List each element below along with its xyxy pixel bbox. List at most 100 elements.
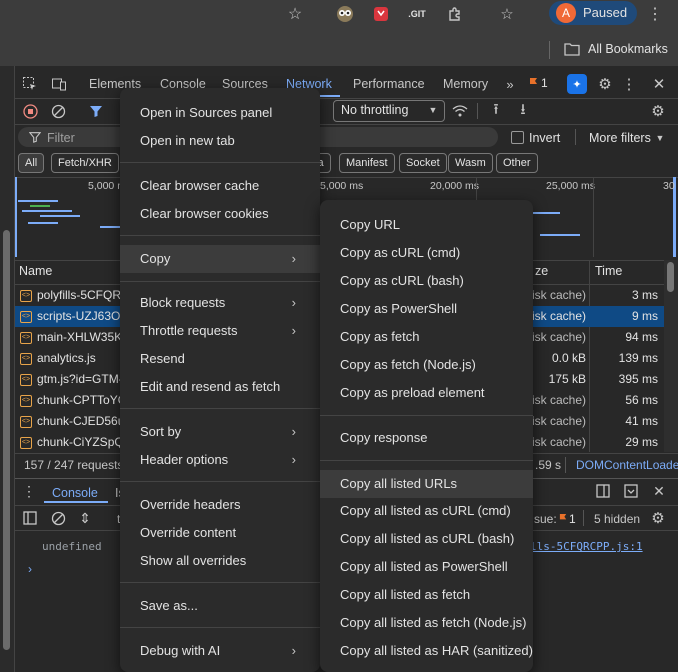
filter-placeholder: Filter [47, 131, 75, 145]
submenu-item-copy-all-urls[interactable]: Copy all listed URLs [320, 470, 533, 498]
menu-item-open-in-sources[interactable]: Open in Sources panel [120, 100, 320, 126]
timeline-bar [540, 234, 580, 236]
drawer-menu-icon[interactable]: ⋮ [22, 481, 36, 501]
submenu-item-copy-as-powershell[interactable]: Copy as PowerShell [320, 296, 533, 322]
extensions-puzzle-icon[interactable] [444, 3, 466, 25]
issues-count[interactable]: 1 [541, 76, 548, 90]
close-devtools-icon[interactable]: ✕ [649, 74, 669, 94]
column-header-size[interactable]: ze [535, 264, 548, 278]
console-issues-flag-icon [558, 511, 568, 525]
submenu-item-copy-url[interactable]: Copy URL [320, 212, 533, 238]
type-chip-all[interactable]: All [18, 153, 45, 173]
avatar: A [556, 3, 576, 23]
menu-item-copy[interactable]: Copy › [120, 245, 320, 273]
submenu-item-copy-response[interactable]: Copy response [320, 425, 533, 451]
star-icon[interactable]: ☆ [284, 3, 306, 25]
menu-item-override-content[interactable]: Override content [120, 520, 320, 546]
console-issues-label[interactable]: sue: [534, 512, 557, 526]
type-chip-socket[interactable]: Socket [399, 153, 447, 173]
tab-search-star-icon[interactable]: ☆ [496, 3, 518, 25]
submenu-item-copy-all-powershell[interactable]: Copy all listed as PowerShell [320, 554, 533, 580]
menu-item-resend[interactable]: Resend [120, 346, 320, 372]
clear-icon[interactable] [48, 101, 68, 121]
submenu-item-copy-as-fetch-nodejs[interactable]: Copy as fetch (Node.js) [320, 352, 533, 378]
menu-item-clear-browser-cookies[interactable]: Clear browser cookies [120, 201, 320, 227]
submenu-item-copy-as-curl-bash[interactable]: Copy as cURL (bash) [320, 268, 533, 294]
column-header-time[interactable]: Time [595, 264, 622, 278]
console-hidden-count[interactable]: 5 hidden [594, 512, 640, 526]
console-clear-icon[interactable] [49, 509, 67, 527]
filter-divider [575, 129, 576, 145]
dock-bottom-icon[interactable] [622, 482, 640, 500]
network-settings-gear-icon[interactable]: ⚙ [648, 101, 668, 121]
shield-extension-icon[interactable] [370, 3, 392, 25]
export-har-icon[interactable]: ⭳ [513, 101, 533, 121]
submenu-item-copy-as-curl-cmd[interactable]: Copy as cURL (cmd) [320, 240, 533, 266]
menu-item-sort-by[interactable]: Sort by › [120, 419, 320, 445]
tab-memory[interactable]: Memory [443, 77, 488, 91]
more-options-icon[interactable]: ⋮ [621, 74, 637, 94]
record-stop-icon[interactable] [20, 101, 40, 121]
inspect-element-icon[interactable] [20, 74, 40, 94]
owl-extension-icon[interactable] [334, 3, 356, 25]
request-time: 9 ms [631, 309, 658, 323]
menu-separator [120, 627, 320, 628]
console-sidebar-icon[interactable] [21, 509, 39, 527]
type-chip-wasm[interactable]: Wasm [448, 153, 493, 173]
git-extension-icon[interactable]: .GIT [404, 5, 430, 23]
column-header-name[interactable]: Name [19, 264, 52, 278]
import-har-icon[interactable]: ⭱ [486, 101, 506, 121]
console-filter-icon[interactable]: ⇕ [76, 509, 94, 527]
request-name: chunk-CPTToYO [37, 393, 128, 407]
more-tabs-icon[interactable]: » [500, 74, 520, 94]
request-name: chunk-CiYZSpQ [37, 435, 124, 449]
table-scrollbar-thumb[interactable] [667, 262, 674, 292]
submenu-item-copy-as-fetch[interactable]: Copy as fetch [320, 324, 533, 350]
menu-item-header-options[interactable]: Header options › [120, 447, 320, 473]
menu-item-block-requests[interactable]: Block requests › [120, 290, 320, 316]
filter-icon [28, 130, 42, 144]
submenu-item-copy-all-fetch[interactable]: Copy all listed as fetch [320, 582, 533, 608]
type-chip-other[interactable]: Other [496, 153, 538, 173]
timeline-bar [22, 210, 72, 212]
close-drawer-icon[interactable]: ✕ [650, 482, 668, 500]
all-bookmarks-link[interactable]: All Bookmarks [588, 42, 668, 56]
console-issues-count[interactable]: 1 [569, 512, 576, 526]
kebab-menu-icon[interactable]: ⋮ [646, 3, 664, 25]
menu-item-override-headers[interactable]: Override headers [120, 492, 320, 518]
menu-item-debug-with-ai-label: Debug with AI [140, 643, 221, 658]
dock-side-icon[interactable] [594, 482, 612, 500]
menu-item-edit-and-resend[interactable]: Edit and resend as fetch [120, 374, 320, 400]
timeline-tick: 20,000 ms [430, 180, 480, 192]
menu-separator [120, 162, 320, 163]
menu-item-throttle-requests[interactable]: Throttle requests › [120, 318, 320, 344]
menu-item-save-as[interactable]: Save as... [120, 593, 320, 619]
menu-item-clear-browser-cache[interactable]: Clear browser cache [120, 173, 320, 199]
submenu-item-copy-all-fetch-nodejs[interactable]: Copy all listed as fetch (Node.js) [320, 610, 533, 636]
console-prompt-chevron-icon[interactable]: › [28, 562, 32, 576]
submenu-item-copy-all-curl-bash[interactable]: Copy all listed as cURL (bash) [320, 526, 533, 552]
menu-item-debug-with-ai[interactable]: Debug with AI › [120, 638, 320, 664]
menu-item-show-all-overrides[interactable]: Show all overrides [120, 548, 320, 574]
menu-item-copy-label: Copy [140, 251, 171, 266]
page-scrollbar-thumb[interactable] [3, 230, 10, 650]
type-chip-manifest[interactable]: Manifest [339, 153, 395, 173]
tab-performance[interactable]: Performance [353, 77, 425, 91]
chevron-right-icon: › [291, 424, 296, 439]
bookmarks-divider [549, 41, 550, 59]
submenu-item-copy-all-har-sanitized[interactable]: Copy all listed as HAR (sanitized) [320, 638, 533, 664]
filter-funnel-icon[interactable] [86, 101, 106, 121]
submenu-item-copy-all-curl-cmd[interactable]: Copy all listed as cURL (cmd) [320, 498, 533, 524]
network-conditions-icon[interactable] [450, 101, 470, 121]
device-toolbar-icon[interactable] [49, 74, 69, 94]
invert-checkbox[interactable] [511, 131, 524, 144]
settings-gear-icon[interactable]: ⚙ [595, 74, 615, 94]
more-filters-dropdown[interactable]: More filters [589, 131, 651, 145]
submenu-item-copy-as-preload[interactable]: Copy as preload element [320, 380, 533, 406]
menu-item-open-in-new-tab[interactable]: Open in new tab [120, 128, 320, 154]
drawer-tab-console[interactable]: Console [52, 486, 98, 500]
type-chip-fetch-xhr[interactable]: Fetch/XHR [51, 153, 119, 173]
console-settings-gear-icon[interactable]: ⚙ [649, 509, 667, 527]
console-source-link[interactable]: lls-5CFQRCPP.js:1 [530, 540, 643, 553]
issues-flag-icon[interactable] [528, 76, 540, 90]
